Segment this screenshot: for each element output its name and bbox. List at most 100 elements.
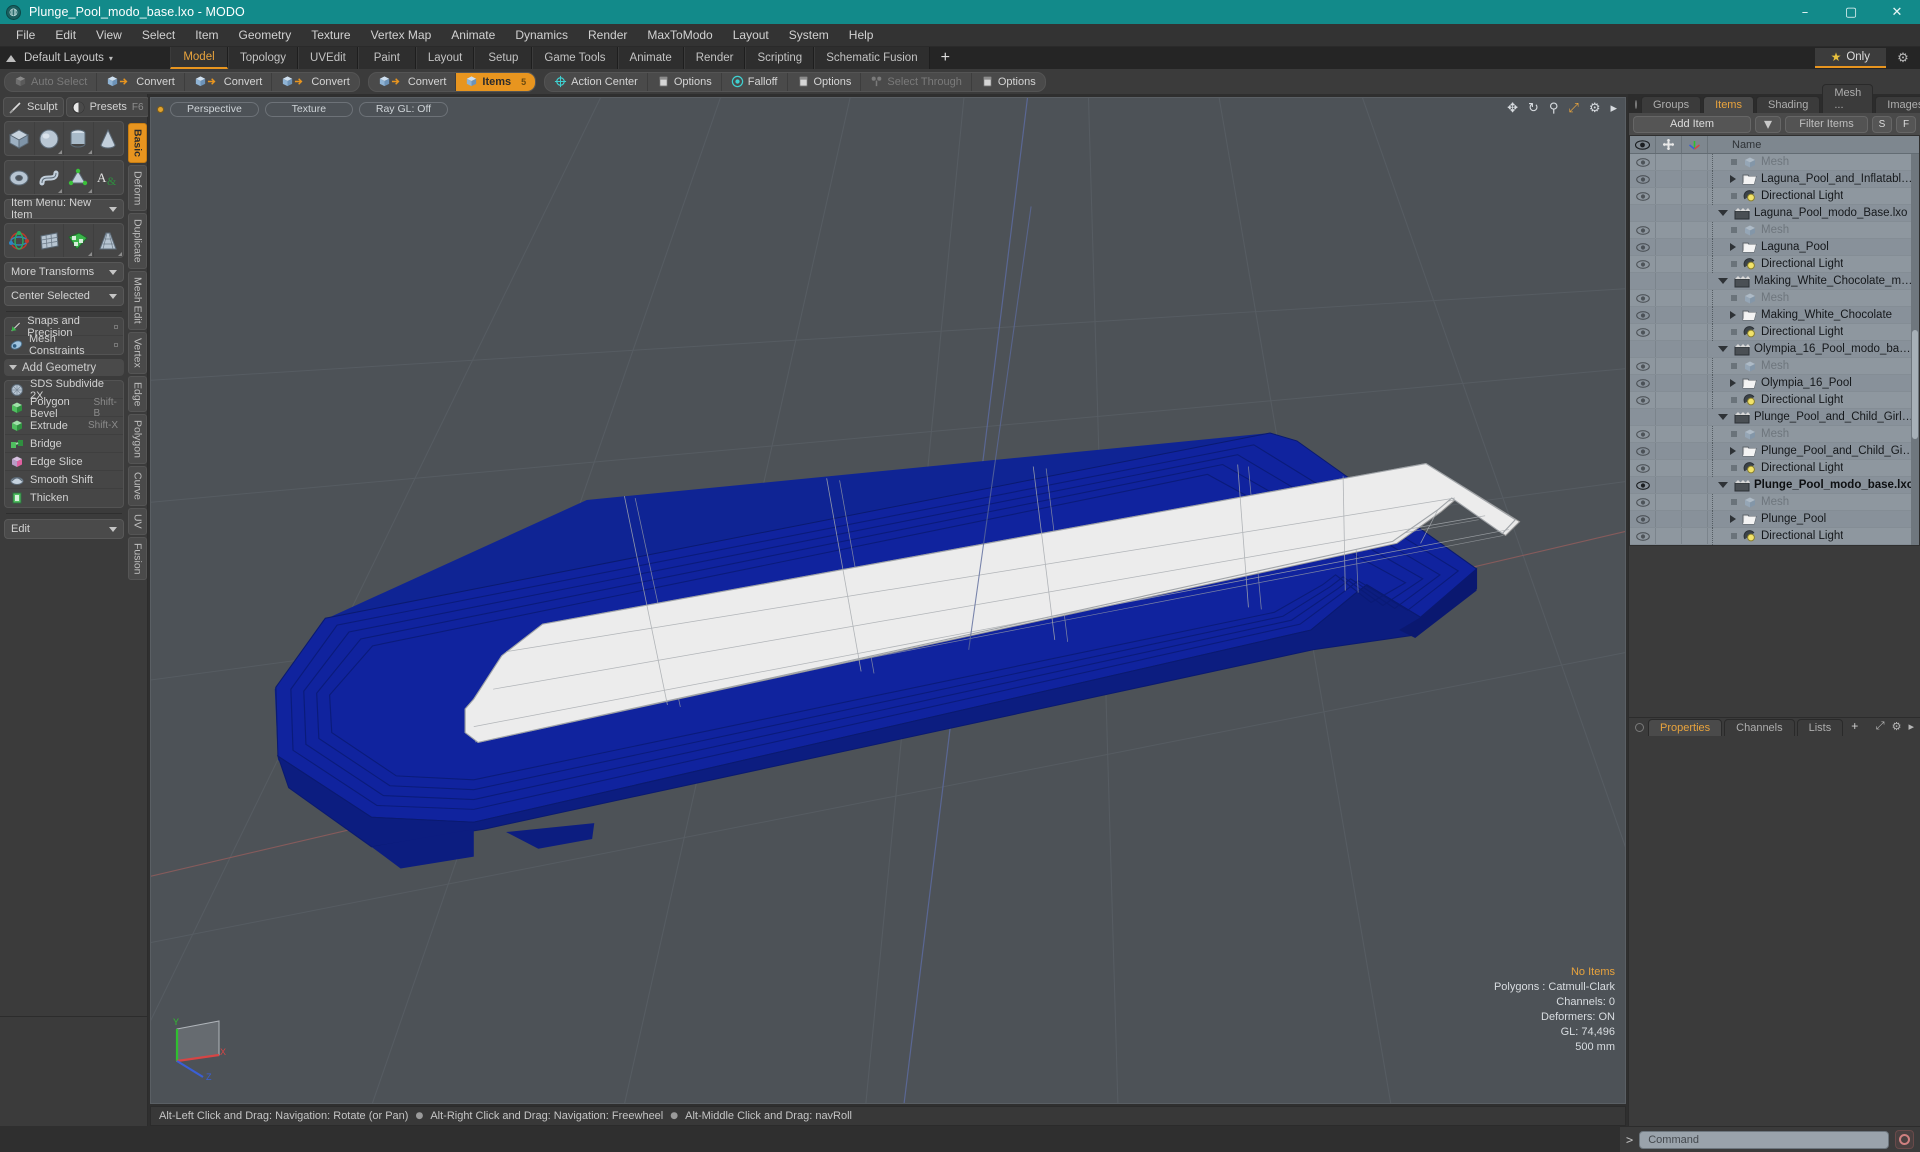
- row-lock-cell[interactable]: [1656, 460, 1682, 476]
- row-axis-cell[interactable]: [1682, 324, 1708, 340]
- menu-item[interactable]: Item: [185, 25, 228, 45]
- leaf-marker-icon[interactable]: [1731, 329, 1737, 335]
- menu-help[interactable]: Help: [839, 25, 884, 45]
- items-tree-row[interactable]: Olympia_16_Pool: [1630, 374, 1919, 392]
- row-axis-cell[interactable]: [1682, 290, 1708, 306]
- row-lock-cell[interactable]: [1656, 409, 1682, 425]
- leaf-marker-icon[interactable]: [1731, 533, 1737, 539]
- row-visibility-toggle[interactable]: [1630, 154, 1656, 170]
- items-tree-row[interactable]: Directional Light: [1630, 527, 1919, 545]
- panel-menu-dot-icon[interactable]: [1635, 100, 1637, 109]
- menu-file[interactable]: File: [6, 25, 45, 45]
- items-tree-row[interactable]: Plunge_Pool_and_Child_Girl_Swimming_mo .…: [1630, 409, 1919, 426]
- row-axis-cell[interactable]: [1682, 528, 1708, 544]
- row-lock-cell[interactable]: [1656, 494, 1682, 510]
- items-tree-row[interactable]: Directional Light: [1630, 391, 1919, 409]
- filter-f-button[interactable]: F: [1896, 115, 1916, 133]
- row-visibility-toggle[interactable]: [1630, 409, 1656, 425]
- row-visibility-toggle[interactable]: [1630, 358, 1656, 374]
- menu-select[interactable]: Select: [132, 25, 185, 45]
- row-axis-cell[interactable]: [1682, 307, 1708, 323]
- row-axis-cell[interactable]: [1682, 273, 1708, 289]
- mode-select-through[interactable]: Select Through: [861, 72, 972, 91]
- expand-arrow-icon[interactable]: [1730, 243, 1736, 251]
- menu-texture[interactable]: Texture: [301, 25, 360, 45]
- row-axis-cell[interactable]: [1682, 460, 1708, 476]
- command-input[interactable]: Command: [1639, 1130, 1889, 1149]
- row-visibility-toggle[interactable]: [1630, 171, 1656, 187]
- taper-mesh-icon[interactable]: [94, 224, 124, 257]
- geometry-tool-thicken[interactable]: Thicken: [5, 489, 123, 507]
- lock-column-header[interactable]: [1656, 136, 1682, 153]
- row-axis-cell[interactable]: [1682, 511, 1708, 527]
- collapse-arrow-icon[interactable]: [1718, 278, 1728, 284]
- viewport-perspective-pill[interactable]: Perspective: [170, 101, 259, 117]
- row-lock-cell[interactable]: [1656, 273, 1682, 289]
- leaf-marker-icon[interactable]: [1731, 499, 1737, 505]
- viewport-indicator-dot[interactable]: [157, 105, 164, 113]
- add-geometry-header[interactable]: Add Geometry: [4, 359, 124, 376]
- leaf-marker-icon[interactable]: [1731, 227, 1737, 233]
- panel-tab-shading[interactable]: Shading: [1755, 96, 1821, 113]
- row-name-cell[interactable]: Laguna_Pool_and_Inflatable_Unicorn_P ...: [1708, 170, 1919, 188]
- grid-mesh-icon[interactable]: [35, 224, 64, 257]
- filter-s-button[interactable]: S: [1872, 115, 1892, 133]
- 3d-viewport[interactable]: Perspective Texture Ray GL: Off ✥ ↻ ⚲ ⤢ …: [150, 97, 1626, 1104]
- row-lock-cell[interactable]: [1656, 528, 1682, 544]
- checker-deform-icon[interactable]: [64, 224, 94, 257]
- layout-tab-layout[interactable]: Layout: [415, 47, 475, 69]
- row-lock-cell[interactable]: [1656, 443, 1682, 459]
- row-visibility-toggle[interactable]: [1630, 188, 1656, 204]
- zoom-icon[interactable]: ⚲: [1549, 101, 1559, 116]
- collapse-arrow-icon[interactable]: [1718, 346, 1728, 352]
- text-primitive-icon[interactable]: A &: [94, 161, 124, 194]
- record-icon[interactable]: [1895, 1130, 1914, 1149]
- items-tree-row[interactable]: Plunge_Pool_and_Child_Girl_Swimming: [1630, 442, 1919, 460]
- mode-items-5[interactable]: Items 5: [456, 72, 536, 91]
- row-lock-cell[interactable]: [1656, 426, 1682, 442]
- menu-maxtomodo[interactable]: MaxToModo: [637, 25, 722, 45]
- row-visibility-toggle[interactable]: [1630, 273, 1656, 289]
- expand-arrow-icon[interactable]: [1730, 515, 1736, 523]
- row-name-cell[interactable]: Directional Light: [1708, 187, 1919, 205]
- gear-icon[interactable]: ⚙: [1892, 720, 1902, 733]
- items-tree-row[interactable]: Directional Light: [1630, 255, 1919, 273]
- items-tree-row[interactable]: Mesh: [1630, 425, 1919, 443]
- row-name-cell[interactable]: Directional Light: [1708, 459, 1919, 477]
- items-tree-row[interactable]: Mesh: [1630, 221, 1919, 239]
- row-name-cell[interactable]: Plunge_Pool: [1708, 510, 1919, 528]
- row-lock-cell[interactable]: [1656, 375, 1682, 391]
- prop-tab-lists[interactable]: Lists: [1796, 719, 1844, 736]
- row-name-cell[interactable]: Mesh: [1708, 153, 1919, 171]
- mode-action-center[interactable]: Action Center: [545, 72, 648, 91]
- row-name-cell[interactable]: Mesh: [1708, 493, 1919, 511]
- row-lock-cell[interactable]: [1656, 290, 1682, 306]
- leaf-marker-icon[interactable]: [1731, 159, 1737, 165]
- options-nub-icon[interactable]: [114, 343, 118, 347]
- collapse-arrow-icon[interactable]: [1718, 482, 1728, 488]
- items-tree-row[interactable]: Laguna_Pool_and_Inflatable_Unicorn_P ...: [1630, 170, 1919, 188]
- menu-dynamics[interactable]: Dynamics: [505, 25, 578, 45]
- row-visibility-toggle[interactable]: [1630, 460, 1656, 476]
- row-axis-cell[interactable]: [1682, 154, 1708, 170]
- gear-icon[interactable]: ⚙: [1886, 51, 1920, 66]
- row-visibility-toggle[interactable]: [1630, 494, 1656, 510]
- expand-arrow-icon[interactable]: [1730, 311, 1736, 319]
- viewport-raygl-pill[interactable]: Ray GL: Off: [358, 101, 449, 117]
- close-button[interactable]: ✕: [1874, 0, 1920, 24]
- row-name-cell[interactable]: Olympia_16_Pool: [1708, 374, 1919, 392]
- row-axis-cell[interactable]: [1682, 188, 1708, 204]
- item-menu-dropdown[interactable]: Item Menu: New Item: [4, 197, 124, 221]
- row-name-cell[interactable]: Mesh: [1708, 289, 1919, 307]
- row-name-cell[interactable]: Laguna_Pool: [1708, 238, 1919, 256]
- add-properties-tab-button[interactable]: +: [1845, 719, 1858, 736]
- collapse-arrow-icon[interactable]: [1718, 414, 1728, 420]
- mode-convert[interactable]: Convert: [97, 72, 185, 91]
- menu-edit[interactable]: Edit: [45, 25, 86, 45]
- row-lock-cell[interactable]: [1656, 222, 1682, 238]
- row-name-cell[interactable]: Making_White_Chocolate_modo_base.lxo: [1708, 275, 1919, 288]
- menu-view[interactable]: View: [86, 25, 132, 45]
- row-lock-cell[interactable]: [1656, 358, 1682, 374]
- mode-convert[interactable]: Convert: [369, 72, 457, 91]
- vtab-polygon[interactable]: Polygon: [128, 414, 147, 465]
